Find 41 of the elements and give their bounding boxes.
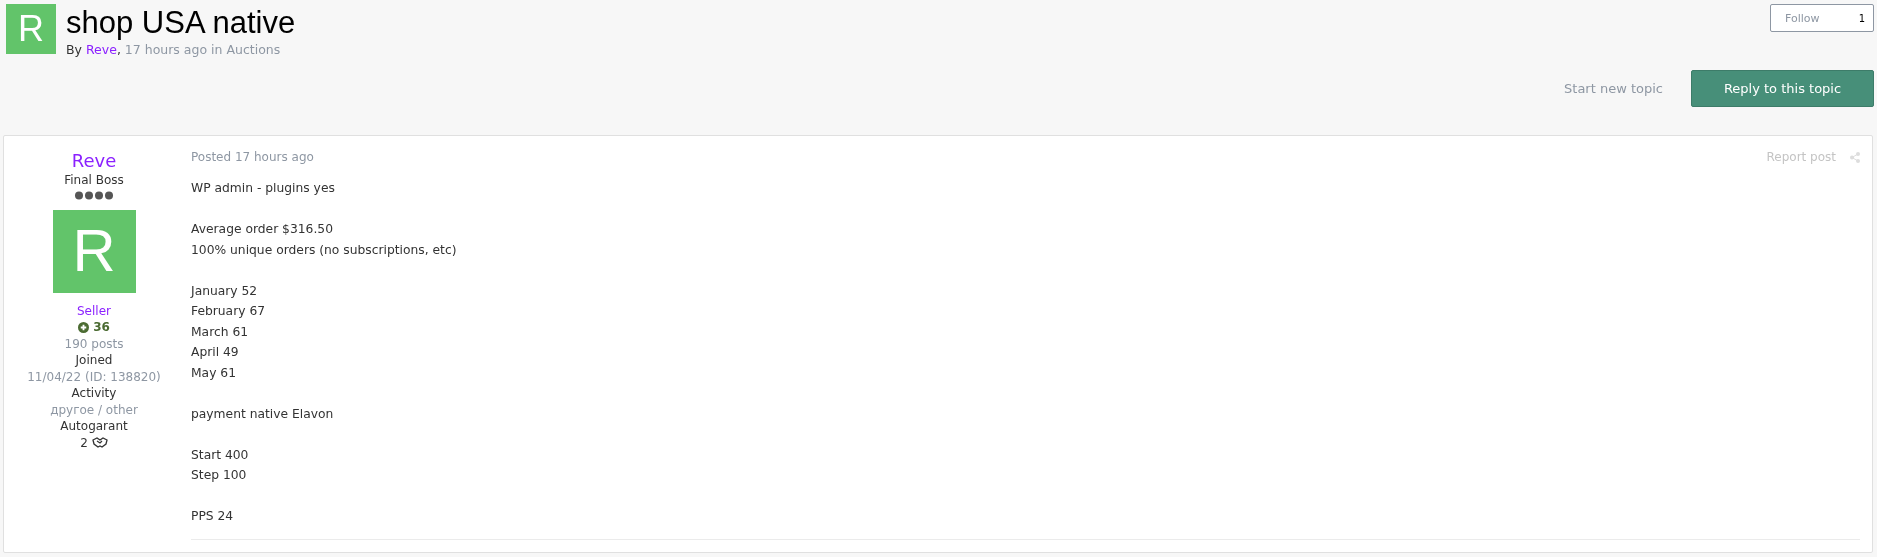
author-group: Seller bbox=[77, 302, 111, 319]
avatar[interactable]: R bbox=[6, 4, 56, 54]
author-avatar[interactable]: R bbox=[52, 209, 136, 293]
post-count: 190 posts bbox=[64, 335, 124, 352]
post-text-line: Step 100 bbox=[191, 467, 248, 484]
post-text-line: January 52 bbox=[191, 282, 259, 300]
forum-link[interactable]: Auctions bbox=[226, 42, 281, 58]
topic-title: shop USA native bbox=[66, 6, 296, 41]
reputation-count: 36 bbox=[93, 319, 110, 336]
post-text-line: payment native Elavon bbox=[191, 405, 335, 423]
report-post-link[interactable]: Report post bbox=[1766, 150, 1836, 164]
joined-date: 11/04/22 (ID: 138820) bbox=[27, 368, 161, 385]
start-new-topic-link[interactable]: Start new topic bbox=[1564, 81, 1663, 96]
autogarant-count: 2 bbox=[80, 434, 88, 451]
share-icon[interactable] bbox=[1850, 151, 1860, 163]
handshake-icon bbox=[91, 437, 108, 449]
topic-time: 17 hours ago bbox=[124, 42, 208, 58]
reply-button[interactable]: Reply to this topic bbox=[1691, 70, 1874, 107]
activity-value: другое / other bbox=[50, 401, 138, 418]
author-name[interactable]: Reve bbox=[71, 150, 117, 172]
comma: , bbox=[116, 42, 121, 58]
post-text-line: 100% unique orders (no subscriptions, etc) bbox=[191, 241, 458, 259]
plus-icon bbox=[78, 321, 90, 333]
post-text-line: May 61 bbox=[191, 364, 237, 382]
rank-pips-icon bbox=[74, 190, 114, 200]
follow-button[interactable]: Follow 1 bbox=[1770, 4, 1874, 32]
post-text-line: Start 400 bbox=[191, 446, 250, 464]
post-text-line: February 67 bbox=[191, 303, 267, 320]
post-text-line: March 61 bbox=[191, 323, 250, 341]
autogarant-label: Autogarant bbox=[60, 418, 128, 435]
post-text-line: WP admin - plugins yes bbox=[191, 180, 336, 197]
activity-label: Activity bbox=[71, 385, 117, 402]
post-text-line: PPS 24 bbox=[191, 508, 235, 525]
posted-time: Posted 17 hours ago bbox=[191, 150, 314, 164]
author-rank: Final Boss bbox=[64, 172, 124, 189]
joined-label: Joined bbox=[75, 352, 113, 369]
author-link[interactable]: Reve bbox=[85, 42, 117, 58]
by-label: By bbox=[66, 42, 82, 58]
post-text-line: April 49 bbox=[191, 344, 240, 361]
in-label: in bbox=[211, 42, 223, 58]
post-text-line: Average order $316.50 bbox=[191, 221, 334, 238]
